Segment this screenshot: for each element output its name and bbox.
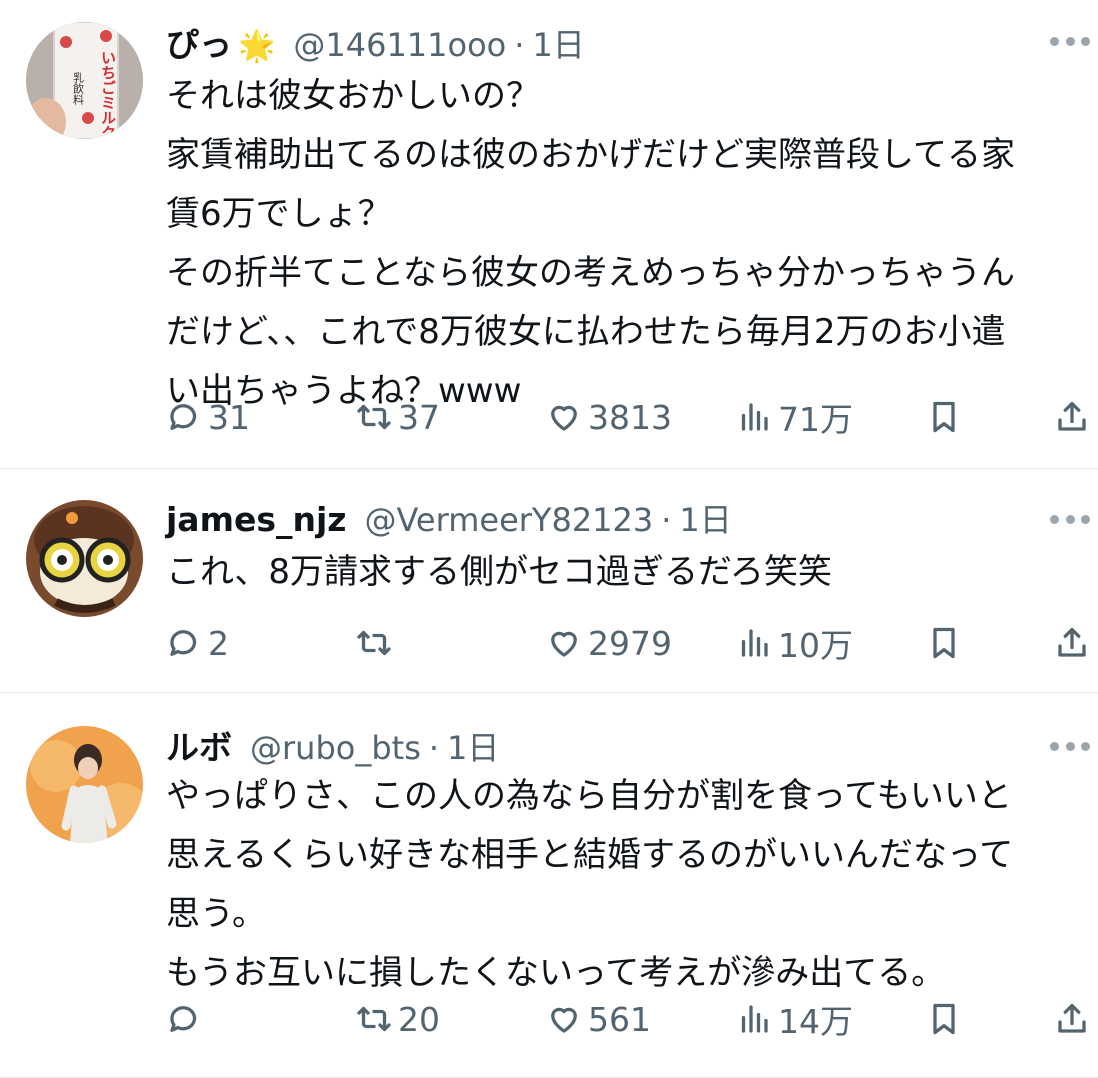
heart-icon: [551, 631, 577, 657]
display-name[interactable]: james_njz: [166, 500, 347, 539]
bar-chart-icon: [741, 403, 768, 431]
avatar-sublabel: 乳飲料: [72, 72, 85, 106]
repost-count: 20: [398, 999, 440, 1039]
post-time[interactable]: 1日: [447, 723, 499, 769]
post-line: その折半てことなら彼女の考えめっちゃ分かっちゃうん: [166, 253, 1015, 293]
post-line: 賃6万でしょ？: [166, 194, 392, 234]
post-line: やっぱりさ、この人の為なら自分が割を食ってもいいと: [166, 776, 1012, 816]
post-header: ぴっ 🌟 @146111ooo · 1日: [166, 18, 1038, 66]
repost-arrows-icon: [357, 630, 391, 656]
views-button[interactable]: 10万: [736, 621, 853, 665]
avatar[interactable]: いちごミルク 乳飲料: [26, 22, 143, 139]
reply-button[interactable]: [166, 997, 208, 1041]
action-bar: 2 2979 10万: [166, 621, 1098, 665]
bookmark-button[interactable]: [926, 395, 962, 439]
more-dots-icon[interactable]: [1050, 512, 1090, 526]
reply-count: 31: [208, 397, 250, 437]
post-2[interactable]: james_njz @VermeerY82123 · 1日 これ、8万請求する側…: [0, 469, 1098, 692]
more-dots-icon[interactable]: [1050, 739, 1090, 753]
post-time[interactable]: 1日: [532, 20, 584, 66]
post-text: それは彼女おかしいの？ 家賃補助出てるのは彼のおかげだけど実際普段してる家 賃6…: [166, 67, 1086, 421]
heart-icon: [551, 1007, 577, 1033]
separator-dot: ·: [661, 501, 672, 539]
like-button[interactable]: 3813: [546, 395, 672, 439]
action-bar: 20 561 14万: [166, 997, 1098, 1041]
post-header: james_njz @VermeerY82123 · 1日: [166, 495, 1038, 543]
reply-bubble-icon: [170, 1006, 197, 1032]
post-line: それは彼女おかしいの？: [166, 76, 540, 116]
bookmark-button[interactable]: [926, 997, 962, 1041]
repost-button[interactable]: [356, 621, 398, 665]
view-count: 14万: [778, 1002, 853, 1041]
views-button[interactable]: 71万: [736, 395, 853, 439]
avatar[interactable]: [26, 726, 143, 843]
user-handle[interactable]: @rubo_bts: [250, 729, 421, 767]
share-icon: [1058, 627, 1086, 657]
share-button[interactable]: [1054, 395, 1090, 439]
like-button[interactable]: 2979: [546, 621, 672, 665]
like-count: 3813: [588, 397, 672, 437]
reply-bubble-icon: [170, 630, 197, 656]
reply-button[interactable]: 2: [166, 621, 229, 665]
post-1[interactable]: いちごミルク 乳飲料 ぴっ 🌟 @146111ooo · 1日 それは彼女おかし…: [0, 0, 1098, 468]
like-button[interactable]: 561: [546, 997, 651, 1041]
post-3[interactable]: ルボ @rubo_bts · 1日 やっぱりさ、この人の為なら自分が割を食っても…: [0, 693, 1098, 1078]
post-text: やっぱりさ、この人の為なら自分が割を食ってもいいと 思えるくらい好きな相手と結婚…: [166, 767, 1086, 1003]
bookmark-button[interactable]: [926, 621, 962, 665]
display-name[interactable]: ぴっ: [166, 18, 232, 66]
separator-dot: ·: [428, 729, 440, 767]
post-header: ルボ @rubo_bts · 1日: [166, 721, 1038, 769]
like-count: 2979: [588, 623, 672, 663]
bar-chart-icon: [741, 629, 768, 657]
post-line: これ、8万請求する側がセコ過ぎるだろ笑笑: [166, 552, 832, 592]
repost-arrows-icon: [357, 404, 391, 430]
post-line: もうお互いに損したくないって考えが滲み出てる。: [166, 953, 946, 993]
post-line: 家賃補助出てるのは彼のおかげだけど実際普段してる家: [166, 135, 1015, 175]
user-handle[interactable]: @146111ooo: [293, 26, 506, 64]
avatar-cartoon-image: [26, 500, 143, 617]
bookmark-icon: [933, 1003, 955, 1035]
bookmark-icon: [933, 401, 955, 433]
reply-count: 2: [208, 623, 229, 663]
post-line: 思えるくらい好きな相手と結婚するのがいいんだなって: [166, 835, 1014, 875]
post-line: 思う。: [166, 894, 266, 934]
display-name[interactable]: ルボ: [166, 721, 232, 769]
avatar-strawberry-milk-image: いちごミルク 乳飲料: [26, 22, 143, 139]
bar-chart-icon: [741, 1005, 768, 1033]
heart-icon: [551, 405, 577, 431]
repost-arrows-icon: [357, 1006, 391, 1032]
view-count: 71万: [778, 400, 853, 439]
share-button[interactable]: [1054, 621, 1090, 665]
post-text: これ、8万請求する側がセコ過ぎるだろ笑笑: [166, 543, 1086, 602]
repost-button[interactable]: 20: [356, 997, 440, 1041]
avatar-label: いちごミルク: [99, 50, 117, 139]
more-dots-icon[interactable]: [1050, 34, 1090, 48]
view-count: 10万: [778, 626, 853, 665]
avatar[interactable]: [26, 500, 143, 617]
views-button[interactable]: 14万: [736, 997, 853, 1041]
repost-count: 37: [398, 397, 440, 437]
share-button[interactable]: [1054, 997, 1090, 1041]
reply-bubble-icon: [170, 404, 197, 430]
like-count: 561: [588, 999, 651, 1039]
repost-button[interactable]: 37: [356, 395, 440, 439]
post-time[interactable]: 1日: [679, 495, 731, 541]
star-badge-icon: 🌟: [238, 29, 276, 64]
share-icon: [1058, 1003, 1086, 1033]
user-handle[interactable]: @VermeerY82123: [365, 501, 654, 539]
bookmark-icon: [933, 627, 955, 659]
separator-dot: ·: [514, 26, 525, 64]
share-icon: [1058, 401, 1086, 431]
post-line: だけど、、これで8万彼女に払わせたら毎月2万のお小遣: [166, 312, 1006, 352]
avatar-person-image: [26, 726, 143, 843]
action-bar: 31 37 3813 71万: [166, 395, 1098, 439]
reply-button[interactable]: 31: [166, 395, 250, 439]
